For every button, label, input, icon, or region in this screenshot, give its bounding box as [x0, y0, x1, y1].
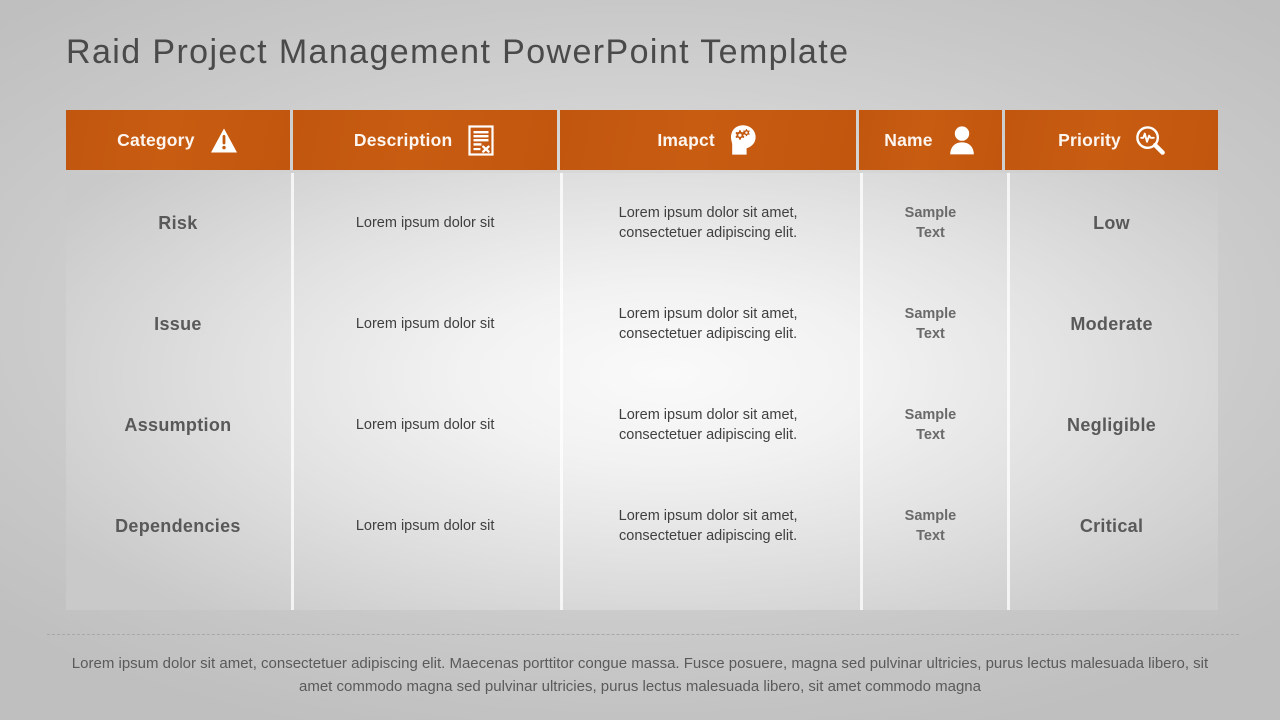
cell-name: Sample Text — [859, 476, 1002, 577]
document-form-icon — [466, 124, 496, 156]
cell-name: Sample Text — [859, 173, 1002, 274]
column-header-label: Imapct — [657, 129, 715, 150]
column-header-impact[interactable]: Imapct — [560, 110, 856, 170]
column-header-label: Description — [353, 129, 453, 150]
column-header-label: Category — [117, 129, 195, 150]
cell-description: Lorem ipsum dolor sit — [293, 274, 558, 375]
page-title: Raid Project Management PowerPoint Templ… — [66, 33, 850, 71]
table-row[interactable]: Issue Lorem ipsum dolor sit Lorem ipsum … — [66, 274, 1218, 375]
cell-impact: Lorem ipsum dolor sit amet, consectetuer… — [560, 375, 855, 476]
description-text: Lorem ipsum dolor sit — [355, 315, 495, 332]
table-header-row: Category Description Imapct Name Priorit… — [66, 110, 1218, 170]
category-label: Assumption — [124, 415, 232, 435]
footer-text: Lorem ipsum dolor sit amet, consectetuer… — [71, 655, 1209, 695]
footer-divider — [47, 634, 1239, 635]
cell-impact: Lorem ipsum dolor sit amet, consectetuer… — [560, 274, 855, 375]
cell-category: Issue — [66, 274, 290, 375]
priority-label: Negligible — [1067, 415, 1157, 435]
priority-label: Critical — [1079, 516, 1144, 536]
column-header-name[interactable]: Name — [858, 110, 1003, 170]
name-text: Sample Text — [904, 507, 957, 544]
cell-category: Dependencies — [66, 476, 290, 577]
column-header-description[interactable]: Description — [292, 110, 558, 170]
cell-category: Risk — [66, 173, 290, 274]
name-text: Sample Text — [904, 204, 957, 241]
cell-name: Sample Text — [859, 375, 1002, 476]
cell-priority: Moderate — [1005, 274, 1218, 375]
cell-priority: Negligible — [1005, 375, 1218, 476]
person-icon — [947, 124, 977, 156]
impact-text: Lorem ipsum dolor sit amet, consectetuer… — [618, 507, 798, 544]
magnifier-pulse-icon — [1135, 124, 1165, 156]
priority-label: Low — [1093, 213, 1130, 233]
column-header-priority[interactable]: Priority — [1005, 110, 1218, 170]
name-text: Sample Text — [904, 406, 957, 443]
category-label: Dependencies — [115, 516, 241, 536]
name-text: Sample Text — [904, 305, 957, 342]
impact-text: Lorem ipsum dolor sit amet, consectetuer… — [618, 305, 798, 342]
impact-text: Lorem ipsum dolor sit amet, consectetuer… — [618, 204, 798, 241]
warning-triangle-icon — [209, 124, 239, 156]
cell-impact: Lorem ipsum dolor sit amet, consectetuer… — [560, 173, 855, 274]
category-label: Issue — [154, 314, 202, 334]
cell-description: Lorem ipsum dolor sit — [293, 375, 558, 476]
cell-name: Sample Text — [859, 274, 1002, 375]
raid-table: Category Description Imapct Name Priorit… — [66, 110, 1218, 610]
column-header-label: Name — [884, 129, 933, 150]
head-with-gears-icon — [729, 124, 759, 156]
column-header-label: Priority — [1058, 129, 1121, 150]
table-row[interactable]: Risk Lorem ipsum dolor sit Lorem ipsum d… — [66, 173, 1218, 274]
cell-description: Lorem ipsum dolor sit — [293, 173, 558, 274]
slide-canvas: Raid Project Management PowerPoint Templ… — [0, 0, 1280, 720]
column-header-category[interactable]: Category — [66, 110, 290, 170]
cell-category: Assumption — [66, 375, 290, 476]
priority-label: Moderate — [1070, 314, 1153, 334]
cell-description: Lorem ipsum dolor sit — [293, 476, 558, 577]
description-text: Lorem ipsum dolor sit — [355, 214, 495, 231]
table-row[interactable]: Dependencies Lorem ipsum dolor sit Lorem… — [66, 476, 1218, 577]
cell-impact: Lorem ipsum dolor sit amet, consectetuer… — [560, 476, 855, 577]
impact-text: Lorem ipsum dolor sit amet, consectetuer… — [618, 406, 798, 443]
cell-priority: Critical — [1005, 476, 1218, 577]
category-label: Risk — [158, 213, 198, 233]
table-row[interactable]: Assumption Lorem ipsum dolor sit Lorem i… — [66, 375, 1218, 476]
description-text: Lorem ipsum dolor sit — [355, 517, 495, 534]
description-text: Lorem ipsum dolor sit — [355, 416, 495, 433]
cell-priority: Low — [1005, 173, 1218, 274]
